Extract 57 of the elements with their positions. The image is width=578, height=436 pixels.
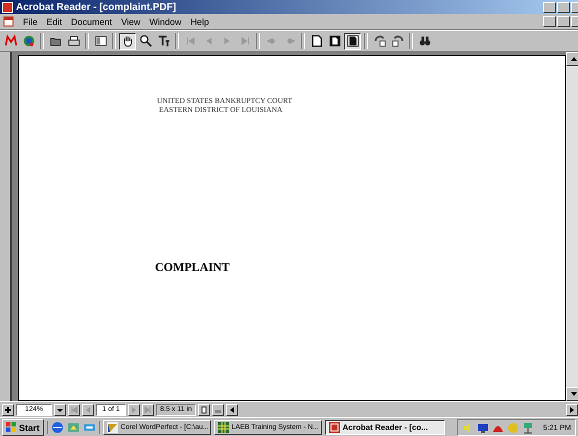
- browser-icon[interactable]: [50, 421, 64, 434]
- magnifier-icon: [138, 34, 152, 48]
- next-page-icon: [130, 406, 138, 414]
- start-button[interactable]: Start: [2, 419, 44, 436]
- scroll-left-button[interactable]: [226, 404, 238, 416]
- menu-item[interactable]: View: [121, 16, 140, 26]
- layout-button[interactable]: [212, 404, 224, 416]
- page-icon: [346, 34, 360, 48]
- globe-icon: [22, 34, 36, 48]
- scroll-right-button[interactable]: [566, 404, 578, 416]
- vertical-scrollbar[interactable]: [566, 52, 578, 401]
- last-page-icon: [144, 406, 152, 414]
- zoom-button[interactable]: [2, 404, 14, 416]
- taskbar-button[interactable]: Acrobat Reader - [co...: [324, 420, 445, 435]
- minimize-button[interactable]: [543, 16, 556, 27]
- first-page-icon: [70, 406, 78, 414]
- monitor-icon[interactable]: [477, 422, 490, 434]
- menu-item[interactable]: File: [23, 16, 38, 26]
- menu-item[interactable]: Window: [149, 16, 182, 26]
- logo-icon: [4, 34, 18, 48]
- up-arrow-icon: [570, 55, 578, 63]
- toolbar-button[interactable]: [119, 32, 136, 50]
- window-title: Acrobat Reader - [complaint.PDF]: [16, 2, 178, 12]
- rotate-right-icon: [390, 34, 404, 48]
- document-icon[interactable]: [3, 16, 14, 27]
- text-select-icon: [156, 34, 170, 48]
- first-page-button[interactable]: [68, 404, 80, 416]
- rotate-left-icon: [372, 34, 386, 48]
- layout-button[interactable]: [198, 404, 210, 416]
- previous-page-icon: [84, 406, 92, 414]
- down-arrow-icon: [570, 390, 578, 398]
- previous-page-button[interactable]: [82, 404, 94, 416]
- pane-icon: [94, 34, 108, 48]
- menu-item[interactable]: Edit: [46, 16, 62, 26]
- page-icon: [310, 34, 324, 48]
- binoculars-icon: [418, 34, 432, 48]
- zoom-dropdown[interactable]: [54, 404, 66, 416]
- app-icon: [2, 2, 13, 12]
- left-arrow-icon: [228, 406, 236, 414]
- menu-item[interactable]: Document: [71, 16, 112, 26]
- windows-flag-icon: [6, 422, 17, 433]
- menu-item[interactable]: Help: [190, 16, 209, 26]
- grid-icon: [218, 422, 229, 433]
- last-page-button[interactable]: [142, 404, 154, 416]
- restore-button[interactable]: [557, 2, 570, 12]
- plus-icon: [4, 406, 12, 414]
- network-icon[interactable]: [522, 422, 534, 434]
- printer-icon: [66, 34, 80, 48]
- page-icon: [200, 406, 208, 414]
- right-arrow-icon: [568, 406, 576, 414]
- toolbar-button[interactable]: [344, 32, 361, 50]
- toolbar-button[interactable]: [137, 32, 154, 50]
- document-title: COMPLAINT: [155, 260, 230, 275]
- next-page-button[interactable]: [128, 404, 140, 416]
- minimize-button[interactable]: [543, 2, 556, 12]
- page-icon: [328, 34, 342, 48]
- restore-button[interactable]: [557, 16, 570, 27]
